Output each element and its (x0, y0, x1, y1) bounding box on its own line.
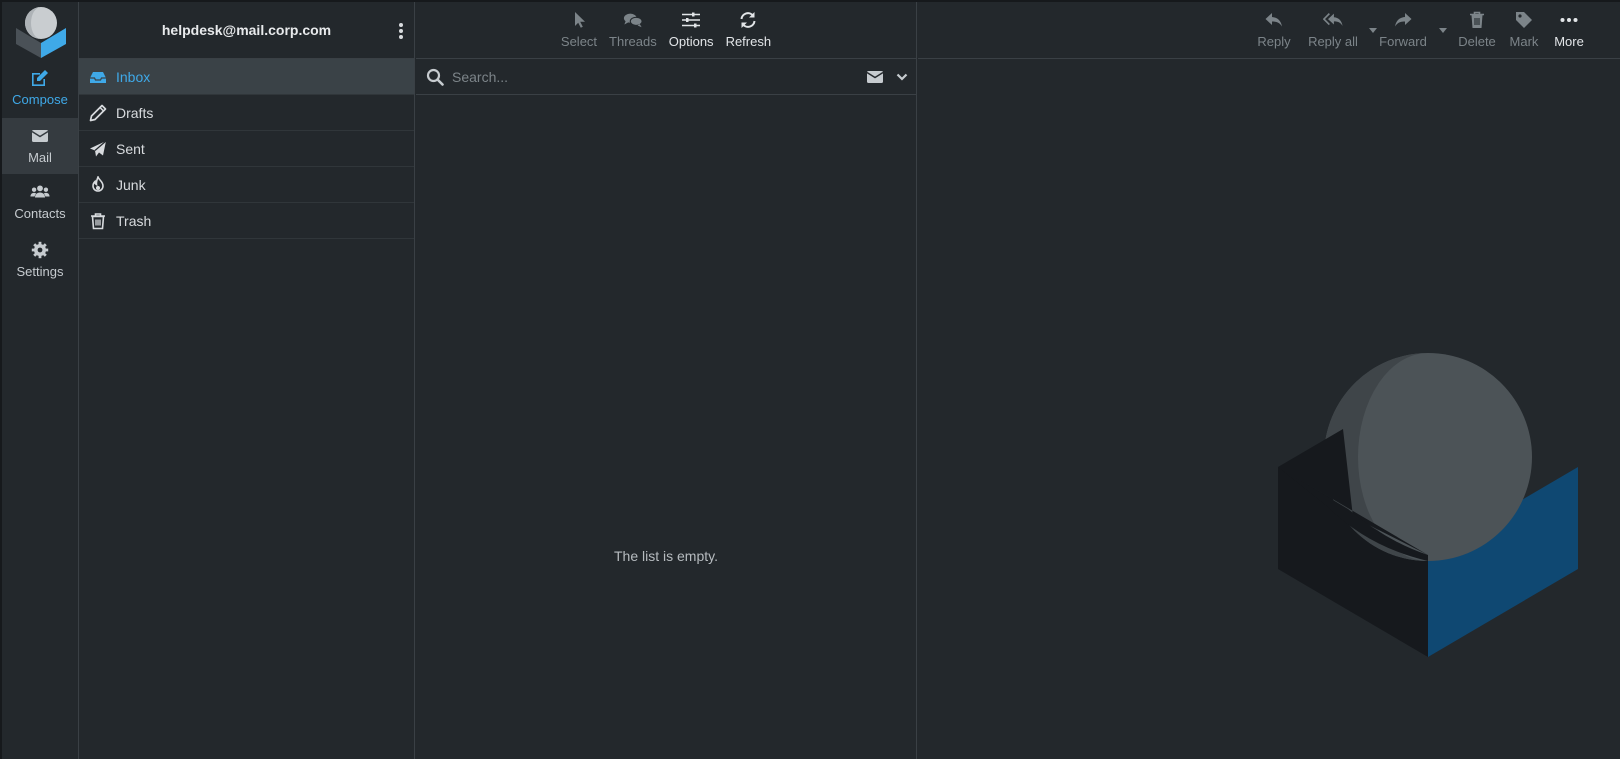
compose-icon (32, 70, 48, 86)
compose-button[interactable]: Compose (2, 60, 78, 116)
main-nav: Compose Mail Contacts Settings (2, 2, 79, 759)
contacts-label: Contacts (14, 206, 66, 221)
reply-all-label: Reply all (1308, 34, 1358, 49)
pointer-icon (574, 12, 585, 28)
folder-label: Trash (116, 212, 152, 229)
folder-junk[interactable]: Junk (79, 167, 414, 203)
roundcube-watermark-logo (1278, 353, 1578, 657)
settings-label: Settings (16, 264, 64, 279)
folder-sent[interactable]: Sent (79, 131, 414, 167)
select-button[interactable]: Select (555, 2, 603, 58)
options-button[interactable]: Options (663, 2, 720, 58)
reply-icon (1265, 13, 1282, 27)
more-label: More (1554, 34, 1584, 49)
folder-label: Junk (116, 176, 146, 193)
roundcube-logo[interactable] (14, 6, 68, 58)
folder-label: Sent (116, 140, 145, 157)
search-bar (416, 59, 916, 95)
compose-label: Compose (12, 92, 68, 107)
list-toolbar: Select Threads Options Refresh (416, 2, 916, 59)
reply-label: Reply (1257, 34, 1291, 49)
nav-mail[interactable]: Mail (2, 118, 78, 174)
mail-app: Compose Mail Contacts Settings helpdesk@… (0, 0, 1620, 759)
folder-pane: helpdesk@mail.corp.com Inbox Drafts Sent… (79, 2, 415, 759)
sliders-icon (682, 12, 701, 28)
delete-label: Delete (1458, 34, 1496, 49)
kebab-menu-icon[interactable] (398, 22, 404, 40)
message-toolbar: Reply Reply all Forward Delete Mark More (918, 2, 1620, 59)
threads-label: Threads (609, 34, 657, 49)
folder-label: Inbox (116, 68, 151, 85)
folder-trash[interactable]: Trash (79, 203, 414, 239)
trash-icon (1470, 11, 1484, 28)
fire-icon (92, 175, 104, 192)
gear-icon (31, 241, 49, 259)
pencil-icon (89, 104, 107, 121)
users-icon (30, 185, 50, 198)
refresh-icon (740, 12, 756, 28)
folder-drafts[interactable]: Drafts (79, 95, 414, 131)
more-button[interactable]: More (1547, 2, 1591, 58)
refresh-label: Refresh (725, 34, 772, 49)
empty-list-message: The list is empty. (614, 548, 718, 564)
forward-button[interactable]: Forward (1373, 2, 1447, 58)
envelope-icon (31, 130, 49, 142)
threads-button[interactable]: Threads (603, 2, 663, 58)
trash-icon (91, 212, 105, 229)
select-label: Select (560, 34, 598, 49)
reply-all-button[interactable]: Reply all (1303, 2, 1377, 58)
mark-label: Mark (1509, 34, 1539, 49)
nav-contacts[interactable]: Contacts (2, 174, 78, 230)
mail-label: Mail (28, 150, 52, 165)
forward-icon (1395, 13, 1412, 27)
forward-label: Forward (1379, 34, 1427, 49)
options-label: Options (668, 34, 714, 49)
delete-button[interactable]: Delete (1452, 2, 1502, 58)
folder-label: Drafts (116, 104, 154, 121)
caret-down-icon[interactable] (1439, 28, 1447, 34)
search-icon[interactable] (426, 68, 444, 86)
comments-icon (623, 13, 643, 28)
chevron-down-icon[interactable] (896, 71, 908, 83)
message-list-pane: Select Threads Options Refresh Search...… (416, 2, 917, 759)
envelope-icon[interactable] (866, 69, 884, 85)
ellipsis-icon (1560, 18, 1578, 22)
account-header: helpdesk@mail.corp.com (79, 2, 414, 59)
inbox-icon (90, 71, 106, 83)
nav-settings[interactable]: Settings (2, 232, 78, 288)
account-email: helpdesk@mail.corp.com (161, 22, 332, 38)
folder-inbox[interactable]: Inbox (79, 59, 414, 95)
refresh-button[interactable]: Refresh (720, 2, 778, 58)
mark-button[interactable]: Mark (1502, 2, 1546, 58)
tag-icon (1516, 12, 1532, 28)
reply-button[interactable]: Reply (1249, 2, 1299, 58)
paper-plane-icon (90, 140, 107, 156)
reply-all-icon (1323, 13, 1343, 26)
search-input[interactable] (452, 68, 832, 85)
preview-pane: Reply Reply all Forward Delete Mark More (918, 2, 1620, 759)
